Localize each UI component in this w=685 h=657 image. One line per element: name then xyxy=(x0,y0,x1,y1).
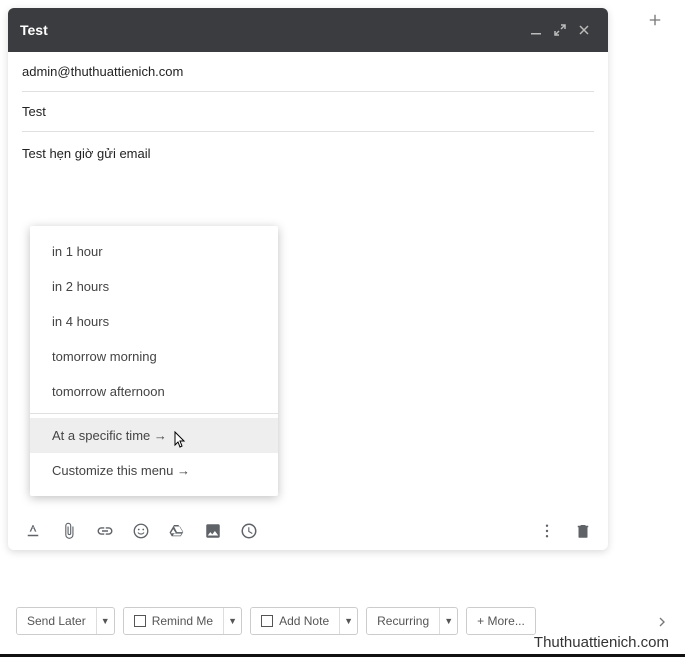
add-note-caret[interactable]: ▼ xyxy=(339,608,357,634)
add-note-group: Add Note ▼ xyxy=(250,607,358,635)
menu-item-2h[interactable]: in 2 hours xyxy=(30,269,278,304)
remind-me-caret[interactable]: ▼ xyxy=(223,608,241,634)
send-later-caret[interactable]: ▼ xyxy=(96,608,114,634)
expand-icon[interactable] xyxy=(548,18,572,42)
drive-icon[interactable] xyxy=(166,520,188,542)
menu-item-specific-time[interactable]: At a specific time → xyxy=(30,418,278,453)
send-later-menu: in 1 hour in 2 hours in 4 hours tomorrow… xyxy=(30,226,278,496)
to-field[interactable]: admin@thuthuattienich.com xyxy=(22,52,594,92)
menu-item-1h[interactable]: in 1 hour xyxy=(30,234,278,269)
close-icon[interactable] xyxy=(572,18,596,42)
recurring-caret[interactable]: ▼ xyxy=(439,608,457,634)
recurring-button[interactable]: Recurring xyxy=(367,608,439,634)
format-toolbar xyxy=(8,512,608,550)
menu-item-customize[interactable]: Customize this menu → xyxy=(30,453,278,488)
compose-window: Test admin@thuthuattienich.com Test Test… xyxy=(8,8,608,550)
compose-title: Test xyxy=(20,22,524,38)
menu-item-tomorrow-afternoon[interactable]: tomorrow afternoon xyxy=(30,374,278,409)
watermark: Thuthuattienich.com xyxy=(534,634,669,651)
menu-item-tomorrow-morning[interactable]: tomorrow morning xyxy=(30,339,278,374)
attach-icon[interactable] xyxy=(58,520,80,542)
menu-divider xyxy=(30,413,278,414)
image-icon[interactable] xyxy=(202,520,224,542)
trash-icon[interactable] xyxy=(572,520,594,542)
add-note-label: Add Note xyxy=(279,614,329,628)
checkbox-icon xyxy=(261,615,273,627)
remind-me-label: Remind Me xyxy=(152,614,213,628)
remind-me-group: Remind Me ▼ xyxy=(123,607,242,635)
menu-item-4h[interactable]: in 4 hours xyxy=(30,304,278,339)
bottom-bar: Send Later ▼ Remind Me ▼ Add Note ▼ Recu… xyxy=(16,607,669,635)
send-later-button[interactable]: Send Later xyxy=(17,608,96,634)
emoji-icon[interactable] xyxy=(130,520,152,542)
recurring-group: Recurring ▼ xyxy=(366,607,458,635)
remind-me-button[interactable]: Remind Me xyxy=(124,608,223,634)
link-icon[interactable] xyxy=(94,520,116,542)
more-group: + More... xyxy=(466,607,536,635)
add-button[interactable] xyxy=(643,8,667,32)
chevron-right-icon[interactable] xyxy=(653,613,671,631)
format-icon[interactable] xyxy=(22,520,44,542)
checkbox-icon xyxy=(134,615,146,627)
minimize-icon[interactable] xyxy=(524,18,548,42)
titlebar: Test xyxy=(8,8,608,52)
more-icon[interactable] xyxy=(536,520,558,542)
schedule-icon[interactable] xyxy=(238,520,260,542)
subject-field[interactable]: Test xyxy=(22,92,594,132)
more-button[interactable]: + More... xyxy=(467,608,535,634)
send-later-group: Send Later ▼ xyxy=(16,607,115,635)
add-note-button[interactable]: Add Note xyxy=(251,608,339,634)
